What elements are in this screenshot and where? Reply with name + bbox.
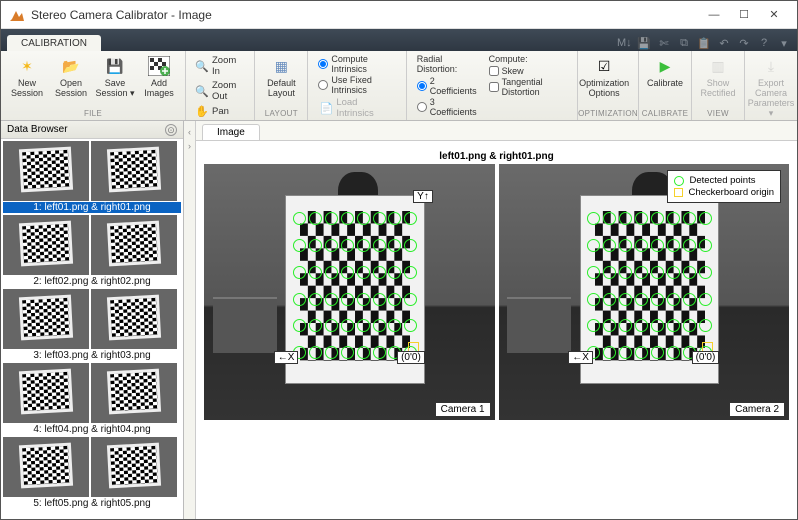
group-export: ⤓ Export Camera Parameters ▾ EXPORT bbox=[745, 51, 797, 120]
group-layout: ▦ Default Layout LAYOUT bbox=[255, 51, 308, 120]
image-pair-item[interactable]: 2: left02.png & right02.png bbox=[3, 215, 181, 287]
open-folder-icon: 📂 bbox=[58, 55, 84, 77]
image-pair-caption: 2: left02.png & right02.png bbox=[3, 276, 181, 287]
export-camera-button: ⤓ Export Camera Parameters ▾ bbox=[749, 53, 793, 119]
show-rectified-button: ▥ Show Rectified bbox=[696, 53, 740, 99]
menu-icon[interactable]: ▾ bbox=[777, 37, 791, 51]
axis-y-label: Y↑ bbox=[413, 190, 433, 203]
window-title: Stereo Camera Calibrator - Image bbox=[31, 8, 699, 22]
load-icon: 📄 bbox=[320, 102, 332, 114]
load-intrinsics-button: 📄Load Intrinsics bbox=[318, 96, 395, 120]
image-tab[interactable]: Image bbox=[202, 124, 260, 140]
optimization-options-button[interactable]: ☑ Optimization Options bbox=[582, 53, 626, 99]
image-pair-title: left01.png & right01.png bbox=[204, 151, 789, 162]
pan-button[interactable]: ✋Pan bbox=[194, 104, 246, 118]
data-browser-panel: Data Browser ⊙ 1: left01.png & right01.p… bbox=[1, 121, 184, 519]
radial-2coeff-radio[interactable]: 2 Coefficients bbox=[417, 76, 477, 96]
matlab-logo-icon bbox=[9, 7, 25, 23]
paste-icon[interactable]: 📋 bbox=[697, 37, 711, 51]
help-icon[interactable]: ? bbox=[757, 37, 771, 51]
image-panel: Image left01.png & right01.png Detected … bbox=[196, 121, 797, 519]
group-view: ▥ Show Rectified VIEW bbox=[692, 51, 745, 120]
new-session-icon: ✶ bbox=[14, 55, 40, 77]
image-pair-caption: 4: left04.png & right04.png bbox=[3, 424, 181, 435]
tangential-checkbox[interactable]: Tangential Distortion bbox=[489, 77, 568, 97]
image-pair-caption: 5: left05.png & right05.png bbox=[3, 498, 181, 509]
body-area: Data Browser ⊙ 1: left01.png & right01.p… bbox=[1, 121, 797, 519]
image-pair-list[interactable]: 1: left01.png & right01.png 2: left02.png… bbox=[1, 139, 183, 519]
ribbon-tab-row: CALIBRATION M↓ 💾 ✄ ⧉ 📋 ↶ ↷ ? ▾ bbox=[1, 29, 797, 51]
play-icon: ▶ bbox=[652, 55, 678, 77]
group-file: ✶ New Session 📂 Open Session 💾 Save Sess… bbox=[1, 51, 186, 120]
radial-3coeff-radio[interactable]: 3 Coefficients bbox=[417, 97, 477, 117]
calibrate-button[interactable]: ▶ Calibrate bbox=[643, 53, 687, 89]
copy-icon[interactable]: ⧉ bbox=[677, 37, 691, 51]
options-icon: ☑ bbox=[591, 55, 617, 77]
undo-icon[interactable]: ↶ bbox=[717, 37, 731, 51]
image-pair-item[interactable]: 1: left01.png & right01.png bbox=[3, 141, 181, 213]
image-figure: Detected points Checkerboard origin ←X Y… bbox=[204, 164, 789, 420]
export-icon: ⤓ bbox=[758, 55, 784, 77]
group-calibrate: ▶ Calibrate CALIBRATE bbox=[639, 51, 692, 120]
pan-icon: ✋ bbox=[196, 105, 208, 117]
image-pair-item[interactable]: 3: left03.png & right03.png bbox=[3, 289, 181, 361]
fixed-intrinsics-radio[interactable]: Use Fixed Intrinsics bbox=[318, 75, 395, 95]
axis-x-label: ←X bbox=[274, 351, 299, 364]
save-icon: 💾 bbox=[102, 55, 128, 77]
checkerboard-add-icon bbox=[146, 55, 172, 77]
data-browser-dock-icon[interactable]: ⊙ bbox=[165, 124, 177, 136]
detected-points-swatch-icon bbox=[674, 176, 684, 186]
titlebar: Stereo Camera Calibrator - Image — ☐ ✕ bbox=[1, 1, 797, 29]
zoom-in-icon: 🔍 bbox=[196, 60, 208, 72]
compute-intrinsics-radio[interactable]: Compute Intrinsics bbox=[318, 54, 395, 74]
group-optimization: ☑ Optimization Options OPTIMIZATION bbox=[578, 51, 639, 120]
minimize-button[interactable]: — bbox=[699, 4, 729, 26]
cut-icon[interactable]: ✄ bbox=[657, 37, 671, 51]
data-browser-title: Data Browser bbox=[7, 124, 165, 135]
image-pair-item[interactable]: 4: left04.png & right04.png bbox=[3, 363, 181, 435]
axis-origin-label: (0'0) bbox=[397, 351, 425, 364]
quick-access-toolbar: M↓ 💾 ✄ ⧉ 📋 ↶ ↷ ? ▾ bbox=[617, 37, 797, 51]
close-button[interactable]: ✕ bbox=[759, 4, 789, 26]
layout-icon: ▦ bbox=[268, 55, 294, 77]
zoom-in-button[interactable]: 🔍Zoom In bbox=[194, 54, 246, 78]
skew-checkbox[interactable]: Skew bbox=[489, 66, 568, 76]
toolstrip: ✶ New Session 📂 Open Session 💾 Save Sess… bbox=[1, 51, 797, 121]
origin-swatch-icon bbox=[674, 188, 683, 197]
group-intrinsics: Compute Intrinsics Use Fixed Intrinsics … bbox=[308, 51, 406, 120]
qat-icon[interactable]: M↓ bbox=[617, 37, 631, 51]
new-session-button[interactable]: ✶ New Session bbox=[5, 53, 49, 99]
axis-x-label: ←X bbox=[568, 351, 593, 364]
add-images-button[interactable]: Add Images bbox=[137, 53, 181, 99]
axis-origin-label: (0'0) bbox=[692, 351, 720, 364]
gutter: ‹› bbox=[184, 121, 196, 519]
zoom-out-button[interactable]: 🔍Zoom Out bbox=[194, 79, 246, 103]
image-pair-caption: 1: left01.png & right01.png bbox=[3, 202, 181, 213]
detected-points-overlay bbox=[586, 205, 714, 366]
group-options: Radial Distortion: 2 Coefficients 3 Coef… bbox=[407, 51, 578, 120]
group-zoom: 🔍Zoom In 🔍Zoom Out ✋Pan ZOOM bbox=[186, 51, 255, 120]
camera1-view[interactable]: ←X Y↑ (0'0) Camera 1 bbox=[204, 164, 495, 420]
save-icon[interactable]: 💾 bbox=[637, 37, 651, 51]
image-pair-item[interactable]: 5: left05.png & right05.png bbox=[3, 437, 181, 509]
maximize-button[interactable]: ☐ bbox=[729, 4, 759, 26]
open-session-button[interactable]: 📂 Open Session bbox=[49, 53, 93, 99]
save-session-button[interactable]: 💾 Save Session ▾ bbox=[93, 53, 137, 99]
group-caption: FILE bbox=[1, 108, 185, 120]
camera1-label: Camera 1 bbox=[435, 402, 491, 417]
default-layout-button[interactable]: ▦ Default Layout bbox=[259, 53, 303, 99]
camera2-label: Camera 2 bbox=[729, 402, 785, 417]
tab-calibration[interactable]: CALIBRATION bbox=[7, 35, 101, 51]
image-pair-caption: 3: left03.png & right03.png bbox=[3, 350, 181, 361]
detected-points-overlay bbox=[291, 205, 419, 366]
redo-icon[interactable]: ↷ bbox=[737, 37, 751, 51]
zoom-out-icon: 🔍 bbox=[196, 85, 208, 97]
legend: Detected points Checkerboard origin bbox=[667, 170, 781, 203]
rectified-icon: ▥ bbox=[705, 55, 731, 77]
